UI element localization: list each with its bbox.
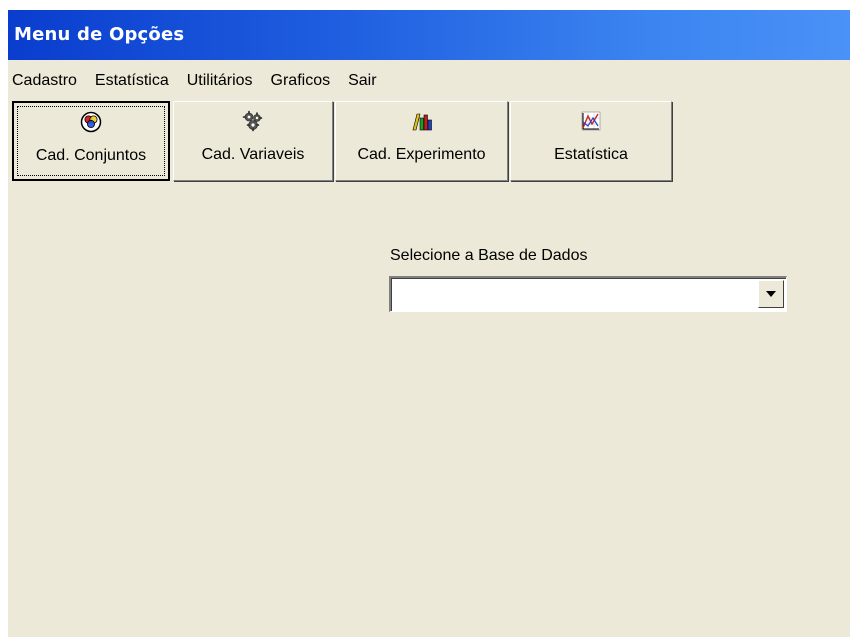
- database-label: Selecione a Base de Dados: [390, 247, 588, 264]
- menu-bar: Cadastro Estatística Utilitários Grafico…: [8, 67, 389, 95]
- bar-chart-icon: [336, 110, 507, 132]
- database-select[interactable]: [389, 276, 787, 312]
- cad-experimento-label: Cad. Experimento: [357, 146, 486, 163]
- line-graph-icon: [511, 110, 671, 132]
- menu-cadastro[interactable]: Cadastro: [8, 72, 83, 90]
- title-bar[interactable]: Menu de Opções: [8, 10, 850, 60]
- menu-sair[interactable]: Sair: [342, 72, 382, 90]
- cad-conjuntos-button[interactable]: Cad. Conjuntos: [12, 101, 170, 181]
- menu-graficos[interactable]: Graficos: [265, 72, 337, 90]
- estatistica-button[interactable]: Estatística: [510, 101, 672, 181]
- cad-experimento-button[interactable]: Cad. Experimento: [335, 101, 508, 181]
- gear-cluster-icon: [174, 110, 332, 132]
- toolbar: Cad. Conjuntos Cad. Variaveis Cad. Exper…: [10, 100, 848, 196]
- cad-conjuntos-label: Cad. Conjuntos: [35, 147, 147, 164]
- main-window: Menu de Opções Cadastro Estatística Util…: [8, 10, 850, 637]
- cad-variaveis-button[interactable]: Cad. Variaveis: [173, 101, 333, 181]
- cad-variaveis-label: Cad. Variaveis: [201, 146, 305, 163]
- venn-diagram-icon: [14, 111, 168, 133]
- window-title: Menu de Opções: [14, 24, 185, 45]
- menu-estatistica[interactable]: Estatística: [89, 72, 175, 90]
- chevron-down-icon: [766, 291, 776, 297]
- menu-utilitarios[interactable]: Utilitários: [181, 72, 259, 90]
- dropdown-arrow-button[interactable]: [758, 280, 784, 308]
- estatistica-label: Estatística: [554, 146, 628, 163]
